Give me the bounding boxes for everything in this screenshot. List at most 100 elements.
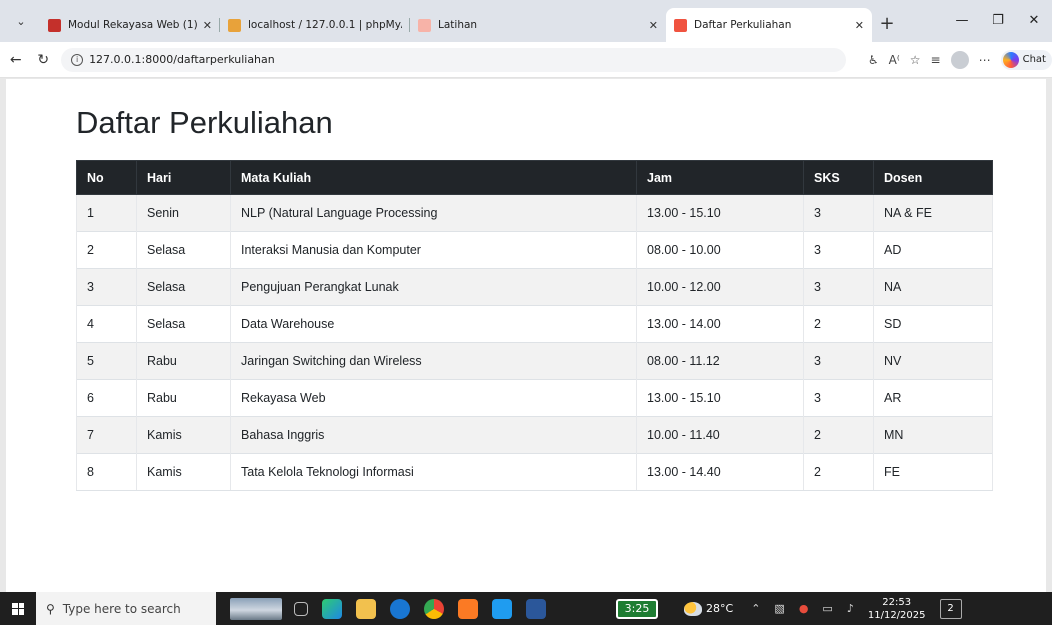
table-cell: Tata Kelola Teknologi Informasi bbox=[230, 453, 637, 491]
taskbar-search[interactable]: ⚲ Type here to search bbox=[36, 592, 216, 625]
clock[interactable]: 22:53 11/12/2025 bbox=[868, 596, 926, 622]
tab-daftar-perkuliahan[interactable]: Daftar Perkuliahan ✕ bbox=[666, 8, 872, 42]
more-options-icon[interactable]: ⋯ bbox=[979, 53, 991, 67]
column-header-hari: Hari bbox=[136, 160, 231, 195]
url-input[interactable]: i 127.0.0.1:8000/daftarperkuliahan bbox=[61, 47, 846, 72]
tab-title: Modul Rekayasa Web (1).pdf bbox=[68, 19, 197, 31]
chat-label: Chat bbox=[1022, 54, 1046, 65]
vscode-icon[interactable] bbox=[492, 598, 512, 619]
table-row: 6 Rabu Rekayasa Web 13.00 - 15.10 3 AR bbox=[76, 379, 993, 417]
start-button[interactable] bbox=[0, 592, 36, 625]
tray-app-icon[interactable]: ▧ bbox=[774, 602, 784, 615]
table-cell: 3 bbox=[803, 268, 874, 306]
page-title: Daftar Perkuliahan bbox=[76, 105, 333, 140]
tray-chevron-up-icon[interactable]: ⌃ bbox=[751, 602, 760, 615]
app-available-icon[interactable]: ♿ bbox=[868, 53, 879, 67]
file-explorer-icon[interactable] bbox=[356, 598, 376, 619]
laravel-icon bbox=[418, 18, 431, 32]
tray-app-icon[interactable]: ● bbox=[799, 602, 809, 615]
notification-count: 2 bbox=[947, 603, 954, 614]
favorite-star-icon[interactable]: ☆ bbox=[910, 53, 921, 67]
page-viewport: Daftar Perkuliahan No Hari Mata Kuliah J… bbox=[0, 79, 1052, 592]
table-row: 7 Kamis Bahasa Inggris 10.00 - 11.40 2 MN bbox=[76, 416, 993, 454]
refresh-icon[interactable]: ↻ bbox=[32, 48, 56, 72]
table-cell: 13.00 - 15.10 bbox=[636, 194, 804, 232]
phpmyadmin-icon bbox=[228, 18, 241, 32]
weather-icon bbox=[684, 601, 702, 616]
table-cell: AR bbox=[873, 379, 993, 417]
table-cell: 08.00 - 11.12 bbox=[636, 342, 804, 380]
table-cell: 1 bbox=[76, 194, 137, 232]
restore-icon[interactable]: ❐ bbox=[980, 0, 1016, 40]
clock-time: 22:53 bbox=[882, 596, 912, 608]
table-cell: 3 bbox=[803, 194, 874, 232]
notification-center-icon[interactable]: 2 bbox=[939, 598, 962, 619]
tab-actions-chevron-down-icon[interactable]: ⌄ bbox=[6, 6, 36, 36]
table-cell: 2 bbox=[76, 231, 137, 269]
table-cell: Jaringan Switching dan Wireless bbox=[230, 342, 637, 380]
profile-avatar[interactable] bbox=[950, 50, 969, 69]
word-icon[interactable] bbox=[526, 598, 546, 619]
search-highlight-image[interactable] bbox=[230, 597, 282, 620]
table-row: 3 Selasa Pengujuan Perangkat Lunak 10.00 - … bbox=[76, 268, 993, 306]
table-cell: 13.00 - 14.40 bbox=[636, 453, 804, 491]
toolbar-actions: ♿ A⁽ ☆ ≡ ⋯ Chat bbox=[868, 49, 1052, 70]
edge-icon[interactable] bbox=[322, 598, 342, 619]
windows-icon bbox=[12, 602, 24, 615]
edge-dev-icon[interactable] bbox=[390, 598, 410, 619]
xampp-icon[interactable] bbox=[458, 598, 478, 619]
table-cell: Data Warehouse bbox=[230, 305, 637, 343]
timer-widget[interactable]: 3:25 bbox=[616, 598, 658, 619]
laravel-icon bbox=[674, 18, 687, 32]
tab-pdf[interactable]: Modul Rekayasa Web (1).pdf ✕ bbox=[40, 8, 220, 42]
table-cell: Rabu bbox=[136, 342, 231, 380]
chrome-icon[interactable] bbox=[424, 598, 444, 619]
table-row: 5 Rabu Jaringan Switching dan Wireless 08.0… bbox=[76, 342, 993, 380]
table-cell: 13.00 - 15.10 bbox=[636, 379, 804, 417]
close-icon[interactable]: ✕ bbox=[1016, 0, 1052, 40]
column-header-dosen: Dosen bbox=[873, 160, 993, 195]
table-cell: 3 bbox=[803, 379, 874, 417]
table-cell: NA & FE bbox=[873, 194, 993, 232]
favorites-list-icon[interactable]: ≡ bbox=[931, 53, 941, 67]
battery-icon[interactable]: ▭ bbox=[822, 602, 832, 615]
table-cell: 08.00 - 10.00 bbox=[636, 231, 804, 269]
tab-title: localhost / 127.0.0.1 | phpMyAdmi bbox=[248, 19, 402, 31]
table-cell: NV bbox=[873, 342, 993, 380]
table-cell: 10.00 - 11.40 bbox=[636, 416, 804, 454]
table-cell: Selasa bbox=[136, 231, 231, 269]
table-cell: MN bbox=[873, 416, 993, 454]
schedule-table: No Hari Mata Kuliah Jam SKS Dosen 1 Senin… bbox=[76, 160, 993, 491]
site-info-icon[interactable]: i bbox=[71, 53, 84, 66]
table-cell: Senin bbox=[136, 194, 231, 232]
back-arrow-icon[interactable]: ← bbox=[4, 48, 28, 72]
tab-latihan[interactable]: Latihan ✕ bbox=[410, 8, 666, 42]
task-view-icon[interactable] bbox=[294, 601, 308, 616]
tab-close-icon[interactable]: ✕ bbox=[197, 19, 212, 32]
table-header-row: No Hari Mata Kuliah Jam SKS Dosen bbox=[76, 160, 993, 195]
speaker-icon[interactable]: ♪ bbox=[847, 602, 854, 615]
search-icon: ⚲ bbox=[46, 601, 55, 616]
table-cell: Rekayasa Web bbox=[230, 379, 637, 417]
new-tab-plus-icon[interactable]: + bbox=[872, 8, 902, 38]
address-bar: ← ↻ i 127.0.0.1:8000/daftarperkuliahan ♿… bbox=[0, 42, 1052, 78]
table-cell: 8 bbox=[76, 453, 137, 491]
table-cell: 4 bbox=[76, 305, 137, 343]
table-cell: 2 bbox=[803, 453, 874, 491]
table-row: 2 Selasa Interaksi Manusia dan Komputer 08.… bbox=[76, 231, 993, 269]
table-cell: 3 bbox=[803, 231, 874, 269]
taskbar: ⚲ Type here to search 3:25 28°C ⌃ ▧ ● ▭ … bbox=[0, 592, 1052, 625]
minimize-icon[interactable]: — bbox=[944, 0, 980, 40]
table-cell: NLP (Natural Language Processing bbox=[230, 194, 637, 232]
tab-close-icon[interactable]: ✕ bbox=[849, 19, 864, 32]
copilot-chat-button[interactable]: Chat bbox=[1000, 49, 1052, 70]
tab-phpmyadmin[interactable]: localhost / 127.0.0.1 | phpMyAdmi bbox=[220, 8, 410, 42]
read-aloud-icon[interactable]: A⁽ bbox=[889, 53, 900, 67]
search-placeholder: Type here to search bbox=[62, 601, 181, 616]
tab-title: Daftar Perkuliahan bbox=[694, 19, 792, 31]
table-cell: 5 bbox=[76, 342, 137, 380]
temperature: 28°C bbox=[706, 602, 734, 615]
tab-close-icon[interactable]: ✕ bbox=[643, 19, 658, 32]
table-cell: Selasa bbox=[136, 305, 231, 343]
weather-widget[interactable]: 28°C bbox=[684, 601, 734, 616]
